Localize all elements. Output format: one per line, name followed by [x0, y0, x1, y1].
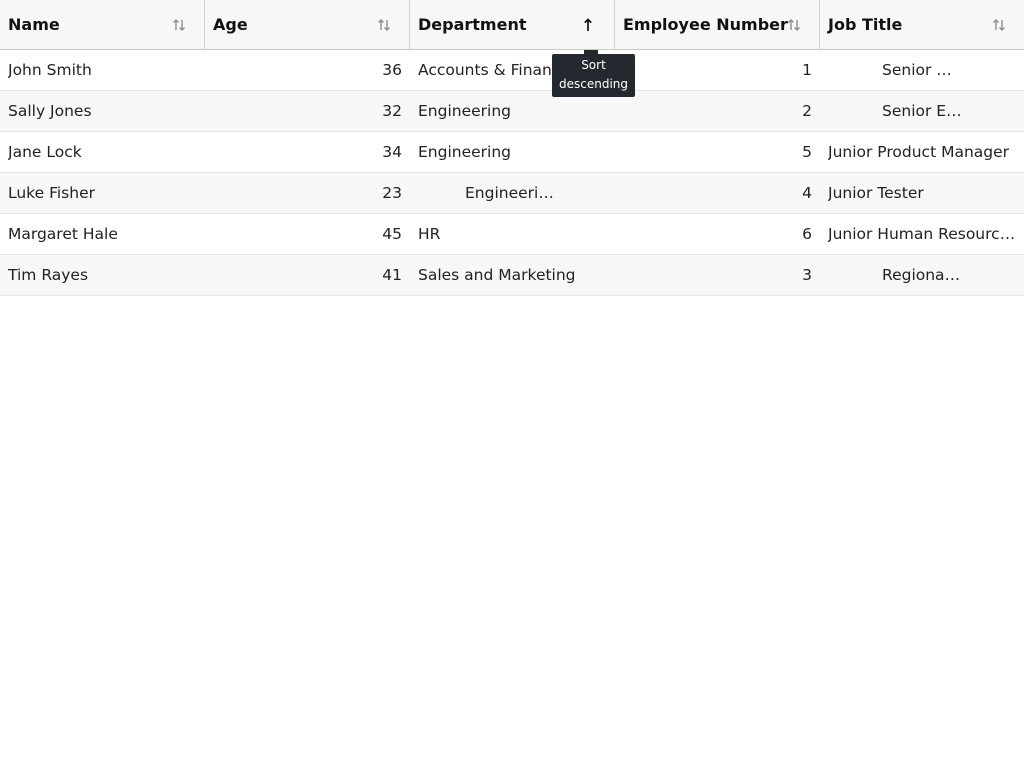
cell-department: Engineering [418, 143, 511, 161]
sort-both-icon[interactable] [787, 17, 801, 33]
cell-job-title: Junior Tester [828, 184, 924, 202]
cell-employee-number: 6 [802, 225, 812, 243]
table-row[interactable]: Luke Fisher 23 Engineering Support 4 Jun… [0, 173, 1024, 214]
sort-both-icon[interactable] [992, 17, 1006, 33]
cell-age: 45 [382, 225, 402, 243]
cell-department: Sales and Marketing [418, 266, 576, 284]
employee-table: Name Age Department Employee Number Job … [0, 0, 1024, 296]
column-header-name[interactable]: Name [0, 0, 205, 49]
cell-job-title: Senior Accountant [882, 61, 962, 79]
cell-age: 32 [382, 102, 402, 120]
table-header: Name Age Department Employee Number Job … [0, 0, 1024, 50]
table-row[interactable]: Sally Jones 32 Engineering 2 Senior Engi… [0, 91, 1024, 132]
column-header-label: Employee Number [623, 15, 788, 34]
table-row[interactable]: Jane Lock 34 Engineering 5 Junior Produc… [0, 132, 1024, 173]
cell-employee-number: 2 [802, 102, 812, 120]
sort-both-icon[interactable] [377, 17, 391, 33]
cell-name: Tim Rayes [8, 266, 89, 284]
cell-department: Engineering Support [465, 184, 560, 202]
cell-employee-number: 5 [802, 143, 812, 161]
cell-job-title: Regional Sales Manager [882, 266, 962, 284]
column-header-label: Age [213, 15, 248, 34]
sort-both-icon[interactable] [172, 17, 186, 33]
column-header-age[interactable]: Age [205, 0, 410, 49]
cell-name: Sally Jones [8, 102, 92, 120]
cell-job-title: Senior Engineer [882, 102, 962, 120]
tooltip-line: descending [558, 77, 628, 91]
cell-department: Engineering [418, 102, 511, 120]
cell-age: 34 [382, 143, 402, 161]
table-body: John Smith 36 Accounts & Finance 1 Senio… [0, 50, 1024, 296]
sort-ascending-icon[interactable] [581, 17, 595, 33]
column-header-department[interactable]: Department [410, 0, 615, 49]
column-header-label: Name [8, 15, 60, 34]
cell-name: John Smith [8, 61, 92, 79]
table-row[interactable]: John Smith 36 Accounts & Finance 1 Senio… [0, 50, 1024, 91]
cell-age: 41 [382, 266, 402, 284]
table-row[interactable]: Tim Rayes 41 Sales and Marketing 3 Regio… [0, 255, 1024, 296]
column-header-job-title[interactable]: Job Title [820, 0, 1024, 49]
cell-employee-number: 1 [802, 61, 812, 79]
column-header-label: Department [418, 15, 527, 34]
cell-employee-number: 4 [802, 184, 812, 202]
column-header-label: Job Title [828, 15, 903, 34]
cell-employee-number: 3 [802, 266, 812, 284]
column-header-employee-number[interactable]: Employee Number [615, 0, 820, 49]
cell-name: Jane Lock [8, 143, 82, 161]
table-row[interactable]: Margaret Hale 45 HR 6 Junior Human Resou… [0, 214, 1024, 255]
sort-tooltip: Sort descending [552, 50, 635, 97]
cell-job-title: Junior Product Manager [828, 143, 1010, 161]
cell-department: HR [418, 225, 441, 243]
cell-name: Luke Fisher [8, 184, 95, 202]
cell-age: 36 [382, 61, 402, 79]
cell-job-title: Junior Human Resources Officer [828, 225, 1016, 243]
tooltip-line: Sort [581, 58, 606, 72]
cell-age: 23 [382, 184, 402, 202]
cell-name: Margaret Hale [8, 225, 118, 243]
